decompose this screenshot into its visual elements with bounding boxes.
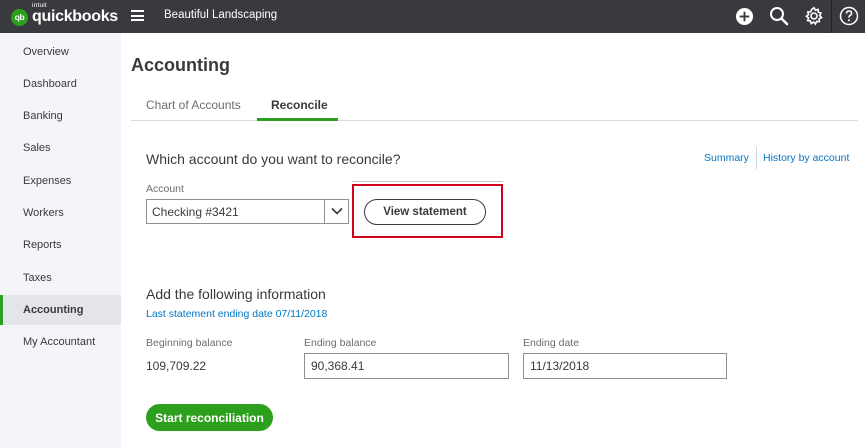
sidebar-item-taxes[interactable]: Taxes (0, 263, 121, 293)
account-select-value: Checking #3421 (152, 205, 239, 219)
info-section-title: Add the following information (146, 286, 326, 302)
sidebar-item-sales[interactable]: Sales (0, 133, 121, 163)
view-statement-button[interactable]: View statement (364, 199, 486, 225)
summary-link[interactable]: Summary (704, 152, 749, 164)
help-icon[interactable] (838, 5, 860, 27)
tab-chart-of-accounts[interactable]: Chart of Accounts (146, 98, 241, 112)
reconcile-question: Which account do you want to reconcile? (146, 151, 401, 167)
sidebar-item-dashboard[interactable]: Dashboard (0, 69, 121, 99)
sidebar-item-my-accountant[interactable]: My Accountant (0, 327, 121, 357)
top-bar: qb intuit quickbooks Beautiful Landscapi… (0, 0, 865, 33)
ending-date-label: Ending date (523, 337, 580, 349)
sidebar-item-expenses[interactable]: Expenses (0, 166, 121, 196)
logo-intuit: intuit (32, 2, 47, 9)
sidebar-item-reports[interactable]: Reports (0, 230, 121, 260)
ending-balance-label: Ending balance (304, 337, 377, 349)
account-select[interactable]: Checking #3421 (146, 199, 349, 224)
history-by-account-link[interactable]: History by account (763, 152, 849, 164)
topbar-divider (831, 0, 832, 33)
last-statement-link[interactable]: Last statement ending date 07/11/2018 (146, 308, 327, 320)
quickbooks-logo[interactable]: qb intuit quickbooks (11, 2, 118, 28)
statement-top-line (352, 181, 503, 182)
search-icon[interactable] (768, 5, 790, 27)
tabs-divider (131, 120, 858, 121)
sidebar-item-workers[interactable]: Workers (0, 198, 121, 228)
chevron-down-icon[interactable] (331, 206, 343, 216)
gear-icon[interactable] (803, 5, 825, 27)
tab-reconcile[interactable]: Reconcile (271, 98, 328, 112)
links-divider (756, 147, 757, 169)
qb-logo-icon: qb (11, 8, 28, 26)
sidebar: Overview Dashboard Banking Sales Expense… (0, 33, 121, 448)
page-title: Accounting (131, 55, 230, 75)
active-tab-indicator (257, 118, 338, 121)
plus-circle-icon[interactable] (733, 5, 755, 27)
beginning-balance-label: Beginning balance (146, 337, 233, 349)
sidebar-item-accounting[interactable]: Accounting (0, 295, 121, 325)
hamburger-menu-icon[interactable] (131, 10, 144, 21)
beginning-balance-value: 109,709.22 (146, 359, 207, 373)
select-separator (324, 200, 325, 223)
ending-balance-input[interactable]: 90,368.41 (304, 353, 509, 379)
ending-date-input[interactable]: 11/13/2018 (523, 353, 727, 379)
account-label: Account (146, 183, 184, 195)
start-reconciliation-button[interactable]: Start reconciliation (146, 404, 273, 431)
logo-text: intuit quickbooks (32, 2, 118, 26)
sidebar-item-overview[interactable]: Overview (0, 37, 121, 67)
company-name: Beautiful Landscaping (164, 9, 278, 21)
sidebar-item-banking[interactable]: Banking (0, 101, 121, 131)
logo-wordmark: quickbooks (32, 8, 118, 25)
